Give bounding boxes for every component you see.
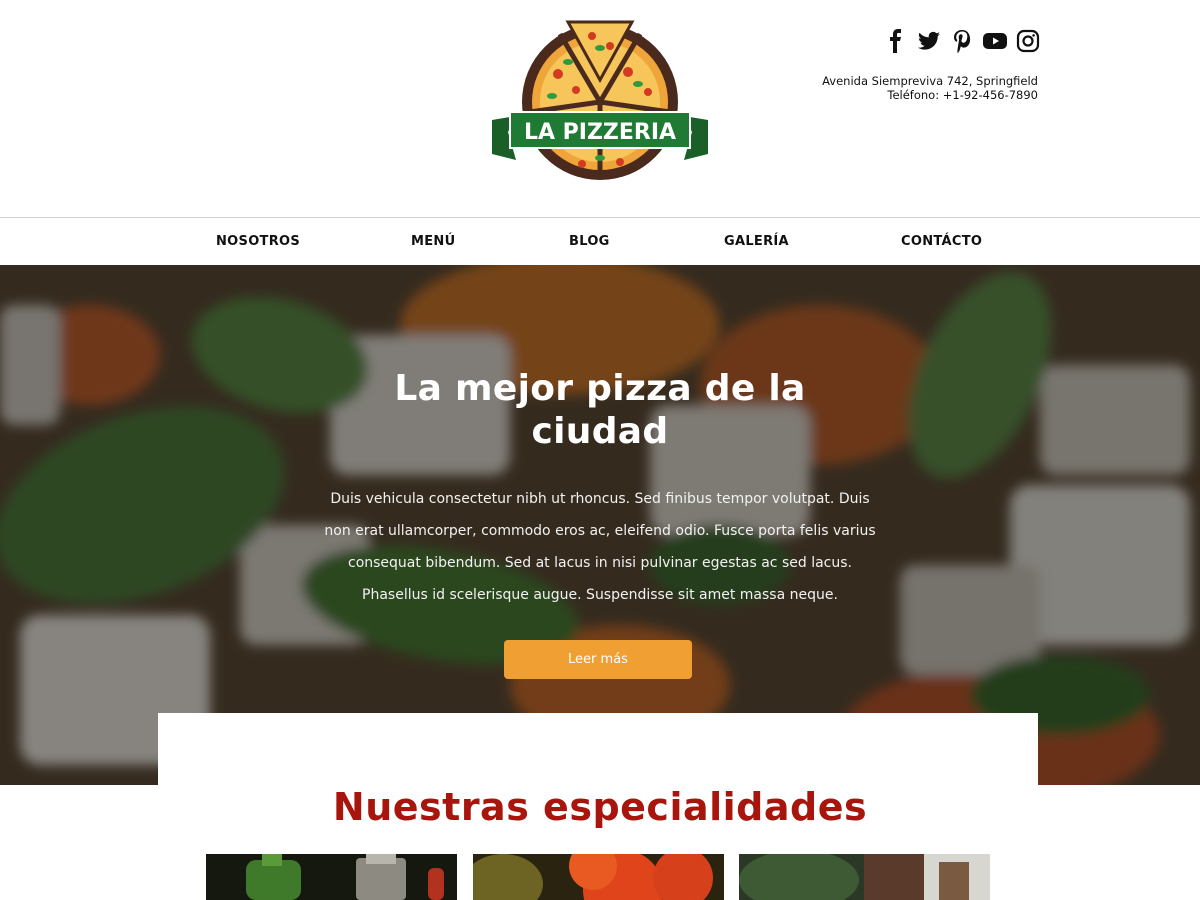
la-pizzeria-logo[interactable]: LA PIZZERIA [488, 12, 712, 192]
content-card [158, 713, 1038, 785]
nav-item-contacto[interactable]: CONTÁCTO [901, 234, 982, 249]
pinterest-icon[interactable] [950, 28, 974, 54]
specialties-title: Nuestras especialidades [332, 785, 868, 829]
hero-description: Duis vehicula consectetur nibh ut rhoncu… [324, 491, 876, 603]
hero-content: La mejor pizza de la ciudad Duis vehicul… [320, 367, 880, 611]
specialty-image-2[interactable] [473, 854, 724, 900]
read-more-button[interactable]: Leer más [504, 640, 692, 679]
main-navigation: NOSOTROS MENÚ BLOG GALERÍA CONTÁCTO [0, 217, 1200, 265]
specialties-gallery [206, 854, 990, 900]
site-header: LA PIZZERIA Avenida Siempreviva 742, Spr… [0, 0, 1200, 217]
facebook-icon[interactable] [884, 28, 908, 54]
hero-title: La mejor pizza de la ciudad [320, 367, 880, 453]
nav-item-nosotros[interactable]: NOSOTROS [216, 234, 300, 249]
address-text: Avenida Siempreviva 742, Springfield [822, 74, 1038, 88]
instagram-icon[interactable] [1016, 28, 1040, 54]
twitter-icon[interactable] [917, 28, 941, 54]
hero-title-line-2: ciudad [531, 411, 669, 452]
hero-title-line-1: La mejor pizza de la [394, 368, 806, 409]
logo-text: LA PIZZERIA [524, 120, 676, 145]
hero-banner: La mejor pizza de la ciudad Duis vehicul… [0, 265, 1200, 785]
phone-text: Teléfono: +1-92-456-7890 [887, 88, 1038, 102]
contact-info: Avenida Siempreviva 742, Springfield Tel… [822, 74, 1038, 102]
nav-item-menu[interactable]: MENÚ [411, 234, 455, 249]
social-links [884, 28, 1040, 54]
nav-item-blog[interactable]: BLOG [569, 234, 610, 249]
nav-item-galeria[interactable]: GALERÍA [724, 234, 789, 249]
youtube-icon[interactable] [983, 28, 1007, 54]
specialty-image-1[interactable] [206, 854, 457, 900]
specialty-image-3[interactable] [739, 854, 990, 900]
